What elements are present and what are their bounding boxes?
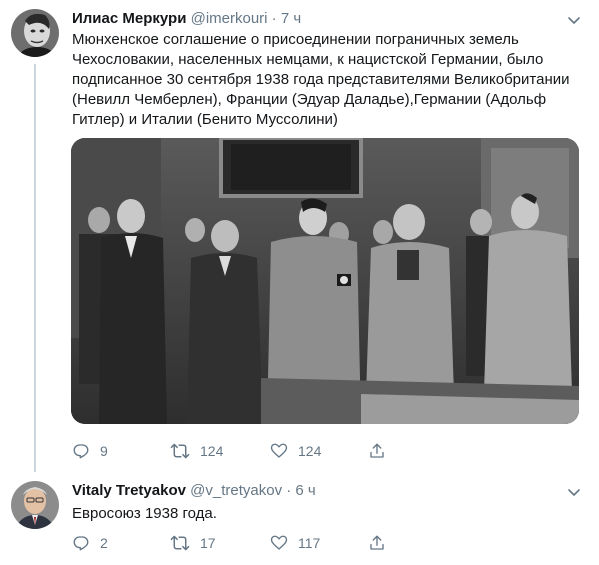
heart-icon [270,535,288,550]
retweet-count: 124 [200,443,224,459]
heart-icon [270,443,288,458]
retweet-icon [170,535,190,551]
author-name[interactable]: Илиас Меркури [72,10,186,27]
reply-button[interactable]: 9 [72,441,108,461]
separator: · [286,482,292,499]
chevron-down-icon[interactable] [564,482,584,502]
tweet-time[interactable]: 6 ч [295,482,315,499]
tweet-header: Илиас Меркури @imerkouri · 7 ч [72,9,301,29]
reply-count: 9 [100,443,108,459]
author-handle[interactable]: @v_tretyakov [190,482,282,499]
tweet-actions: 2 17 117 [72,533,584,553]
tweet-2[interactable]: Vitaly Tretyakov @v_tretyakov · 6 ч Евро… [0,472,599,565]
reply-button[interactable]: 2 [72,533,108,553]
tweet-actions: 9 124 124 [72,441,584,461]
tweet-text: Мюнхенское соглашение о присоединении по… [72,31,570,128]
like-button[interactable]: 124 [270,441,321,461]
avatar-v-tretyakov[interactable] [11,481,59,529]
retweet-icon [170,443,190,459]
tweet-photo[interactable] [71,138,579,424]
retweet-count: 17 [200,535,216,551]
reply-icon [73,536,89,551]
chevron-down-icon[interactable] [564,10,584,30]
tweet-header: Vitaly Tretyakov @v_tretyakov · 6 ч [72,481,316,501]
like-count: 117 [298,535,321,551]
avatar-imerkouri[interactable] [11,9,59,57]
retweet-button[interactable]: 124 [170,441,223,461]
tweet-time[interactable]: 7 ч [281,10,301,27]
like-count: 124 [298,443,322,459]
reply-count: 2 [100,535,108,551]
tweet-1[interactable]: Илиас Меркури @imerkouri · 7 ч Мюнхенско… [0,0,599,472]
reply-icon [73,444,89,459]
retweet-button[interactable]: 17 [170,533,216,553]
separator: · [271,10,277,27]
share-icon [370,443,384,458]
share-button[interactable] [368,533,386,553]
author-handle[interactable]: @imerkouri [191,10,268,27]
like-button[interactable]: 117 [270,533,320,553]
thread-line [34,64,36,472]
share-icon [370,535,384,550]
tweet-text: Евросоюз 1938 года. [72,505,217,522]
author-name[interactable]: Vitaly Tretyakov [72,482,186,499]
share-button[interactable] [368,441,386,461]
